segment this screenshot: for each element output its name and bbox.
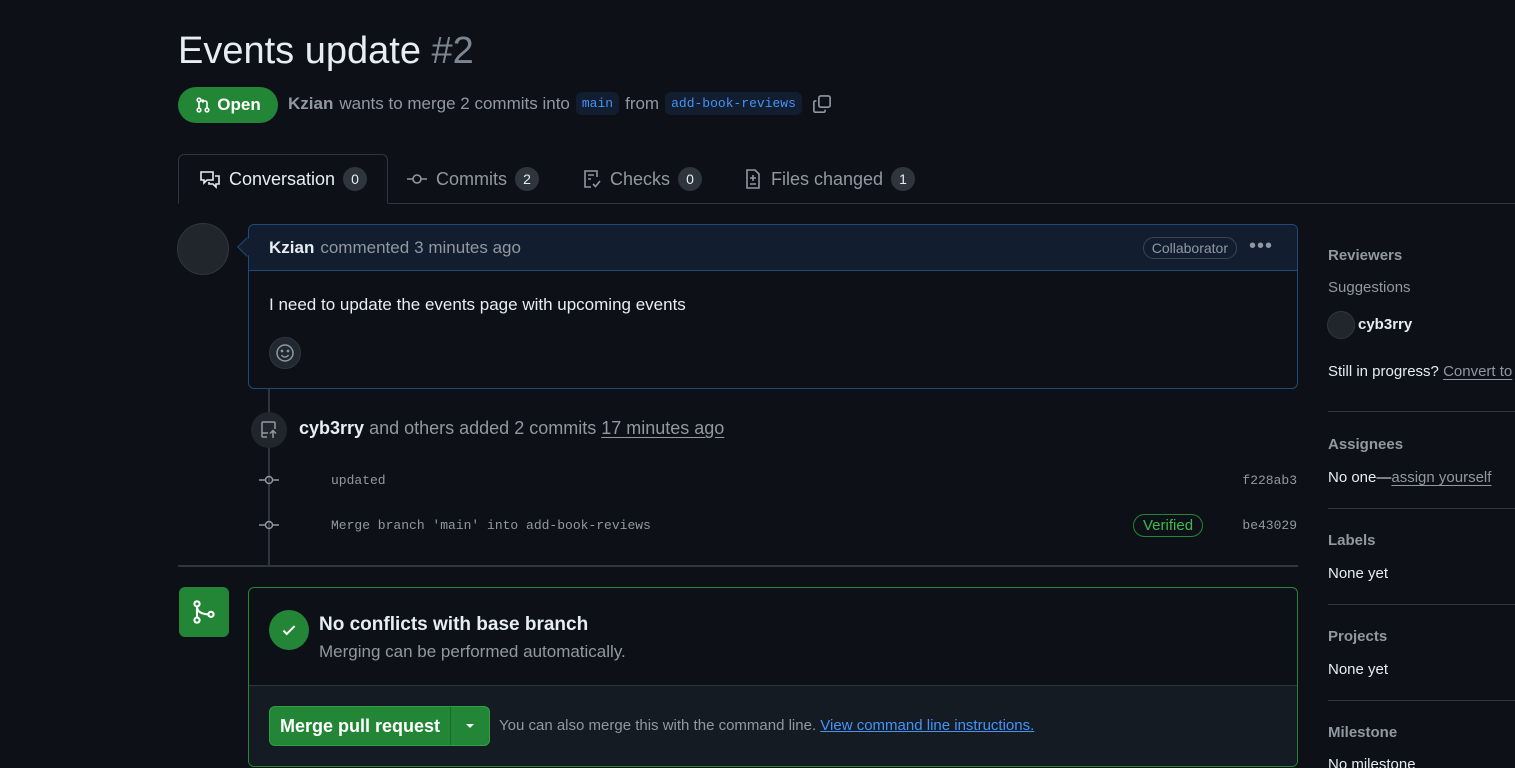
suggestions-label: Suggestions [1328,279,1411,296]
merge-subtitle: Merging can be performed automatically. [319,642,626,661]
labels-heading[interactable]: Labels [1328,532,1376,549]
commit-message[interactable]: Merge branch 'main' into add-book-review… [331,518,651,533]
verified-badge[interactable]: Verified [1133,514,1204,537]
status-badge: Open [178,87,278,123]
author-link[interactable]: Kzian [288,94,333,114]
comment-header: Kzian commented 3 minutes ago Collaborat… [249,225,1297,271]
assignees-heading[interactable]: Assignees [1328,436,1403,453]
pr-meta: Kzian wants to merge 2 commits into main… [288,92,832,115]
assignees-none: No one— [1328,469,1392,486]
tab-counter: 2 [515,167,539,191]
reviewers-heading[interactable]: Reviewers [1328,247,1402,264]
add-reaction-button[interactable] [269,337,301,369]
pr-number: #2 [431,30,474,72]
commit-sha[interactable]: be43029 [1242,518,1297,533]
tab-conversation[interactable]: Conversation 0 [178,154,389,204]
tab-commits[interactable]: Commits 2 [406,154,539,204]
merge-hint: You can also merge this with the command… [499,717,1034,734]
status-label: Open [217,95,261,114]
from-text: from [625,93,660,113]
merge-hint-text: You can also merge this with the command… [499,717,817,734]
comment-action: commented [320,237,410,257]
tab-checks[interactable]: Checks 0 [582,154,703,204]
sidebar-divider [1328,411,1515,412]
merge-options-button[interactable] [451,707,489,745]
check-icon [269,610,309,650]
tab-label: Conversation [229,168,336,189]
in-progress-text: Still in progress? [1328,363,1439,380]
commit-icon [406,172,428,186]
comment-box: Kzian commented 3 minutes ago Collaborat… [248,224,1298,389]
tab-label: Checks [610,168,671,189]
milestone-value: No milestone [1328,756,1416,768]
sidebar-divider [1328,700,1515,701]
reviewer-avatar [1327,311,1355,339]
merge-status: No conflicts with base branch Merging ca… [249,588,1297,686]
projects-heading[interactable]: Projects [1328,628,1387,645]
commit-dot-icon [259,519,279,531]
projects-value: None yet [1328,661,1389,678]
timeline-divider [178,565,1298,567]
merge-title: No conflicts with base branch [319,614,589,635]
event-action: and others added 2 commits [369,418,597,438]
comment-time[interactable]: 3 minutes ago [414,238,521,258]
sidebar-divider [1328,508,1515,509]
merge-text: wants to merge 2 commits into [339,93,570,113]
merge-actions: Merge pull request You can also merge th… [249,686,1297,766]
sidebar-divider [1328,604,1515,605]
conversation-icon [199,169,221,189]
tab-label: Commits [436,168,507,189]
tab-label: Files changed [771,168,884,189]
git-merge-icon [179,587,229,637]
milestone-heading[interactable]: Milestone [1328,724,1397,741]
commit-message[interactable]: updated [331,473,386,488]
command-line-instructions-link[interactable]: View command line instructions. [820,717,1034,734]
convert-to-draft-link[interactable]: Convert to [1443,363,1512,380]
assign-yourself-link[interactable]: assign yourself [1391,469,1491,486]
commit-sha[interactable]: f228ab3 [1242,473,1297,488]
tab-counter: 0 [678,167,703,191]
suggested-reviewer[interactable]: cyb3rry [1358,316,1412,333]
in-progress-row: Still in progress? Convert to [1328,363,1512,380]
actor-link[interactable]: cyb3rry [299,418,364,438]
head-branch[interactable]: add-book-reviews [665,92,802,115]
merge-button-group: Merge pull request [269,706,490,746]
repo-push-icon [251,412,287,448]
tab-counter: 1 [891,167,916,191]
copy-icon[interactable] [812,94,832,114]
avatar[interactable] [177,223,229,275]
assignees-row: No one—assign yourself [1328,469,1491,486]
checklist-icon [582,168,602,190]
pr-open-icon [195,97,211,113]
event-time[interactable]: 17 minutes ago [601,418,724,438]
tab-counter: 0 [343,167,368,191]
pr-title: Events update [178,30,421,72]
comment-body: I need to update the events page with up… [269,295,686,314]
labels-value: None yet [1328,565,1389,582]
base-branch[interactable]: main [575,92,620,115]
smiley-icon [276,344,294,362]
collaborator-badge: Collaborator [1142,237,1237,259]
merge-pull-request-button[interactable]: Merge pull request [270,707,451,745]
file-diff-icon [743,168,763,190]
caret-down-icon [466,724,474,728]
commit-dot-icon [259,474,279,486]
kebab-menu-icon[interactable]: ••• [1249,235,1273,258]
page-title: Events update #2 [178,30,474,73]
comment-author[interactable]: Kzian [269,238,314,258]
tab-files-changed[interactable]: Files changed 1 [743,154,916,204]
commits-added-event: cyb3rry and others added 2 commits 17 mi… [299,418,724,439]
merge-box: No conflicts with base branch Merging ca… [248,587,1298,767]
